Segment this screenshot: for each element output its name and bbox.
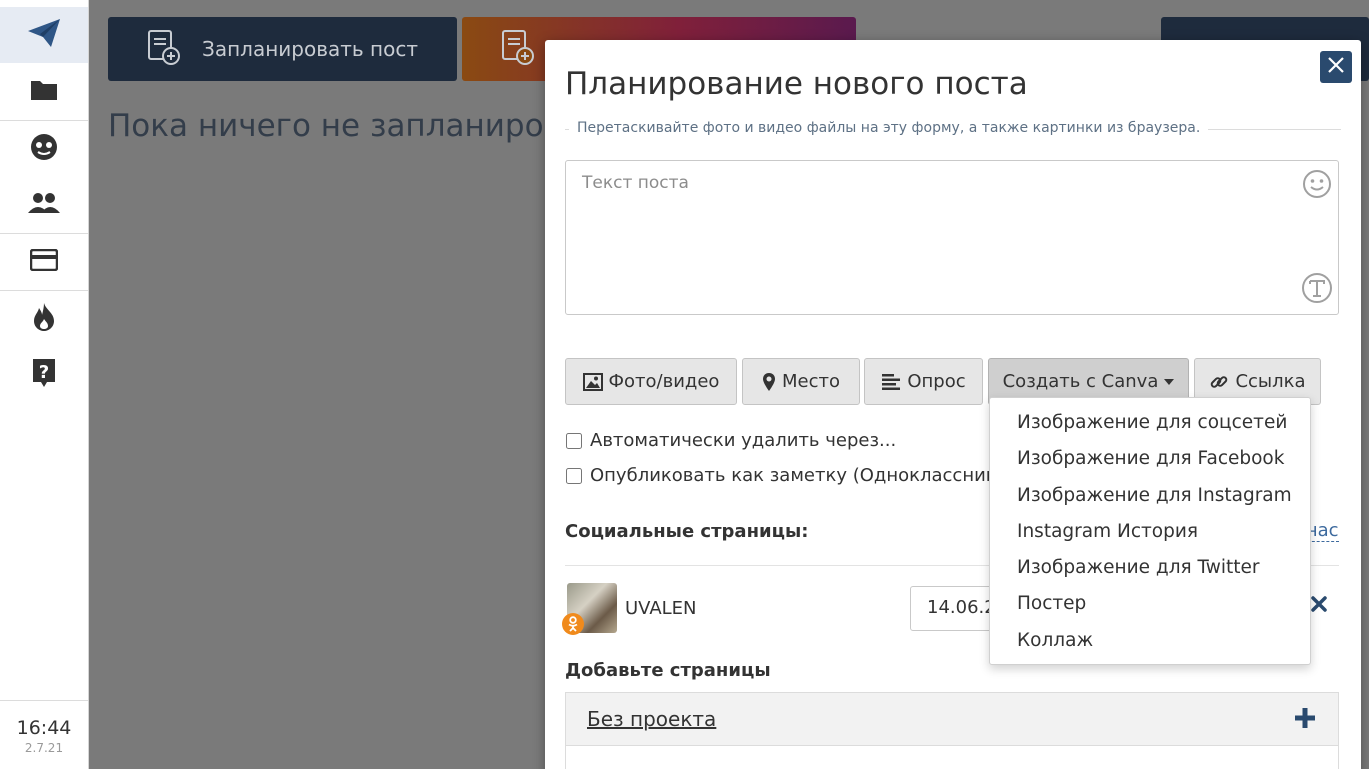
text-format-icon[interactable] — [1301, 272, 1333, 308]
plus-icon[interactable] — [1294, 707, 1316, 733]
odnoklassniki-icon — [562, 613, 584, 635]
canva-dropdown-menu: Изображение для соцсетей Изображение для… — [989, 397, 1311, 665]
folder-icon — [30, 79, 58, 105]
social-pages-heading: Социальные страницы: — [565, 521, 809, 542]
people-icon — [28, 192, 60, 218]
schedule-post-button[interactable]: Запланировать пост — [108, 17, 457, 81]
sidebar-item-help[interactable]: ? — [0, 347, 88, 403]
photo-video-label: Фото/видео — [608, 371, 720, 392]
sidebar-item-team[interactable] — [0, 177, 88, 233]
publish-note-label: Опубликовать как заметку (Одноклассники — [590, 465, 1009, 486]
canva-label: Создать с Canva — [1002, 371, 1159, 392]
poll-label: Опрос — [907, 371, 966, 392]
close-icon — [1327, 56, 1345, 78]
help-icon: ? — [31, 358, 57, 392]
app-version: 2.7.21 — [24, 741, 64, 755]
publish-note-checkbox[interactable] — [566, 467, 582, 484]
send-icon — [27, 18, 61, 52]
canva-menu-item-social[interactable]: Изображение для соцсетей — [990, 405, 1310, 441]
svg-text:?: ? — [39, 362, 49, 383]
emoji-icon[interactable] — [1302, 169, 1332, 203]
place-button[interactable]: Место — [742, 358, 860, 405]
clock-time: 16:44 — [16, 717, 72, 739]
auto-delete-option[interactable]: Автоматически удалить через... — [566, 430, 896, 451]
sidebar-item-stats[interactable] — [0, 121, 88, 177]
canva-menu-item-collage[interactable]: Коллаж — [990, 623, 1310, 659]
credit-card-icon — [29, 248, 59, 275]
now-link[interactable]: час — [1307, 520, 1339, 542]
sidebar-item-hot[interactable] — [0, 291, 88, 347]
sidebar-item-posts[interactable] — [0, 7, 88, 63]
modal-title: Планирование нового поста — [565, 66, 1028, 102]
post-text-input[interactable] — [566, 161, 1338, 314]
project-name[interactable]: Без проекта — [587, 707, 716, 731]
caret-down-icon — [1164, 378, 1175, 385]
canva-menu-item-instagram[interactable]: Изображение для Instagram — [990, 478, 1310, 514]
sidebar-item-billing[interactable] — [0, 234, 88, 290]
publish-note-option[interactable]: Опубликовать как заметку (Одноклассники — [566, 465, 1008, 486]
image-icon — [582, 372, 603, 391]
project-panel: Без проекта — [565, 692, 1339, 769]
sidebar-clock: 16:44 2.7.21 — [0, 700, 88, 769]
poll-button[interactable]: Опрос — [864, 358, 983, 405]
auto-delete-label: Автоматически удалить через... — [590, 430, 897, 451]
map-pin-icon — [762, 372, 776, 392]
drop-hint: Перетаскивайте фото и видео файлы на эту… — [569, 120, 1209, 136]
close-modal-button[interactable] — [1320, 51, 1352, 83]
add-pages-heading: Добавьте страницы — [565, 660, 771, 681]
canva-menu-item-facebook[interactable]: Изображение для Facebook — [990, 441, 1310, 477]
page-name: UVALEN — [625, 598, 697, 619]
canva-menu-item-instagram-story[interactable]: Instagram История — [990, 514, 1310, 550]
remove-page-icon[interactable] — [1310, 595, 1328, 617]
link-label: Ссылка — [1235, 371, 1306, 392]
sidebar: ? 16:44 2.7.21 — [0, 0, 89, 769]
auto-delete-checkbox[interactable] — [566, 432, 582, 449]
post-text-box — [565, 160, 1339, 315]
place-label: Место — [782, 371, 840, 392]
empty-state-message: Пока ничего не запланиро — [108, 108, 544, 144]
photo-video-button[interactable]: Фото/видео — [565, 358, 737, 405]
sidebar-item-folders[interactable] — [0, 64, 88, 120]
fire-icon — [32, 302, 56, 336]
canva-menu-item-poster[interactable]: Постер — [990, 586, 1310, 622]
canva-menu-item-twitter[interactable]: Изображение для Twitter — [990, 550, 1310, 586]
calendar-add-icon — [146, 28, 182, 71]
link-icon — [1209, 372, 1229, 392]
schedule-post-label: Запланировать пост — [202, 37, 418, 61]
project-header[interactable]: Без проекта — [566, 693, 1338, 746]
calendar-add-icon — [500, 28, 536, 71]
chart-circle-icon — [30, 133, 58, 165]
poll-lines-icon — [881, 373, 901, 391]
